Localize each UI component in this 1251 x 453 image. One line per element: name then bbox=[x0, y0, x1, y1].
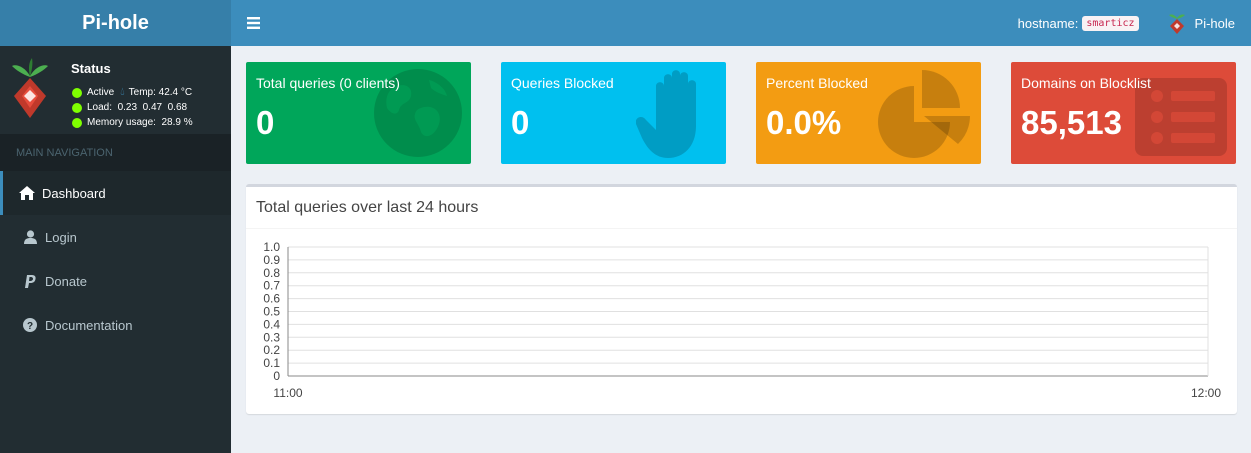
status-panel: Status Active 💧︎ Temp: 42.4 °C Load: 0.2… bbox=[0, 46, 231, 134]
load-dot-icon bbox=[72, 102, 82, 113]
x-tick-label: 11:00 bbox=[273, 386, 302, 400]
stat-label: Domains on Blocklist bbox=[1021, 75, 1151, 91]
y-tick-label: 0.9 bbox=[263, 253, 280, 267]
stat-label: Total queries (0 clients) bbox=[256, 75, 400, 91]
hostname-label: hostname: bbox=[1017, 15, 1079, 31]
y-tick-label: 0.1 bbox=[263, 356, 280, 370]
status-title: Status bbox=[71, 61, 111, 76]
status-load-line: Load: 0.23 0.47 0.68 bbox=[72, 102, 187, 113]
sidebar-item-dashboard[interactable]: Dashboard bbox=[0, 171, 231, 215]
stat-value: 0 bbox=[256, 104, 275, 141]
home-icon bbox=[18, 185, 36, 201]
sidebar-item-label: Documentation bbox=[45, 317, 133, 333]
navbar-right: hostname: smarticz Pi-hole bbox=[1018, 11, 1251, 35]
sidebar-item-label: Donate bbox=[45, 273, 87, 289]
stat-percent-blocked: Percent Blocked 0.0% bbox=[756, 62, 981, 164]
y-tick-label: 0.7 bbox=[263, 279, 280, 293]
status-temp: Temp: 42.4 °C bbox=[128, 87, 193, 98]
user-icon bbox=[21, 229, 39, 245]
status-memory: Memory usage: 28.9 % bbox=[87, 117, 193, 128]
status-active: Active bbox=[87, 87, 115, 98]
stat-label: Percent Blocked bbox=[766, 75, 868, 91]
y-tick-label: 0.6 bbox=[263, 292, 280, 306]
y-tick-label: 0.8 bbox=[263, 266, 280, 280]
active-dot-icon bbox=[72, 87, 82, 98]
status-memory-line: Memory usage: 28.9 % bbox=[72, 117, 193, 128]
y-tick-label: 0.2 bbox=[263, 343, 280, 357]
stat-queries-blocked: Queries Blocked 0 bbox=[501, 62, 726, 164]
hand-icon bbox=[636, 70, 696, 158]
stat-total-queries: Total queries (0 clients) 0 bbox=[246, 62, 471, 164]
sidebar-toggle-button[interactable] bbox=[231, 0, 275, 46]
hostname-value: smarticz bbox=[1082, 15, 1139, 31]
pihole-logo-icon bbox=[12, 58, 48, 118]
sidebar-item-label: Login bbox=[45, 229, 77, 245]
queries-over-time-chart[interactable]: 00.10.20.30.40.50.60.70.80.91.0 11:00 12:0… bbox=[246, 187, 1237, 414]
stat-label: Queries Blocked bbox=[511, 75, 614, 91]
sidebar: Pi-hole Status Active 💧︎ Temp: 42.4 °C L… bbox=[0, 0, 231, 453]
question-circle-icon: ? bbox=[21, 317, 39, 333]
pihole-avatar-icon bbox=[1168, 14, 1185, 34]
memory-dot-icon bbox=[72, 117, 82, 128]
stat-domains-on-blocklist: Domains on Blocklist 85,513 bbox=[1011, 62, 1236, 164]
sidebar-item-label: Dashboard bbox=[42, 185, 106, 201]
hamburger-menu-icon bbox=[246, 17, 260, 29]
status-active-line: Active 💧︎ Temp: 42.4 °C bbox=[72, 86, 192, 99]
status-load: Load: 0.23 0.47 0.68 bbox=[87, 102, 188, 113]
y-tick-label: 0.3 bbox=[263, 330, 280, 344]
x-tick-label: 12:00 bbox=[1191, 386, 1221, 400]
svg-text:?: ? bbox=[27, 321, 33, 332]
sidebar-item-documentation[interactable]: ? Documentation bbox=[0, 303, 231, 347]
top-navbar: hostname: smarticz Pi-hole bbox=[231, 0, 1251, 46]
user-name: Pi-hole bbox=[1194, 15, 1235, 31]
y-tick-label: 1.0 bbox=[263, 240, 280, 254]
app-logo[interactable]: Pi-hole bbox=[0, 0, 231, 46]
sidebar-item-donate[interactable]: Donate bbox=[0, 259, 231, 303]
stat-value: 0.0% bbox=[766, 104, 842, 141]
queries-chart-box: Total queries over last 24 hours 0 0.1 0.2… bbox=[246, 184, 1237, 414]
pie-chart-icon bbox=[878, 70, 970, 158]
sidebar-item-login[interactable]: Login bbox=[0, 215, 231, 259]
user-menu[interactable]: Pi-hole bbox=[1168, 11, 1235, 35]
y-tick-label: 0 bbox=[273, 369, 280, 383]
temperature-drop-icon: 💧︎ bbox=[120, 86, 125, 98]
main-navigation-header: MAIN NAVIGATION bbox=[0, 134, 231, 171]
y-tick-label: 0.4 bbox=[263, 317, 280, 331]
y-tick-label: 0.5 bbox=[263, 305, 280, 319]
stat-value: 85,513 bbox=[1021, 104, 1122, 141]
stat-value: 0 bbox=[511, 104, 530, 141]
paypal-icon bbox=[21, 273, 39, 289]
